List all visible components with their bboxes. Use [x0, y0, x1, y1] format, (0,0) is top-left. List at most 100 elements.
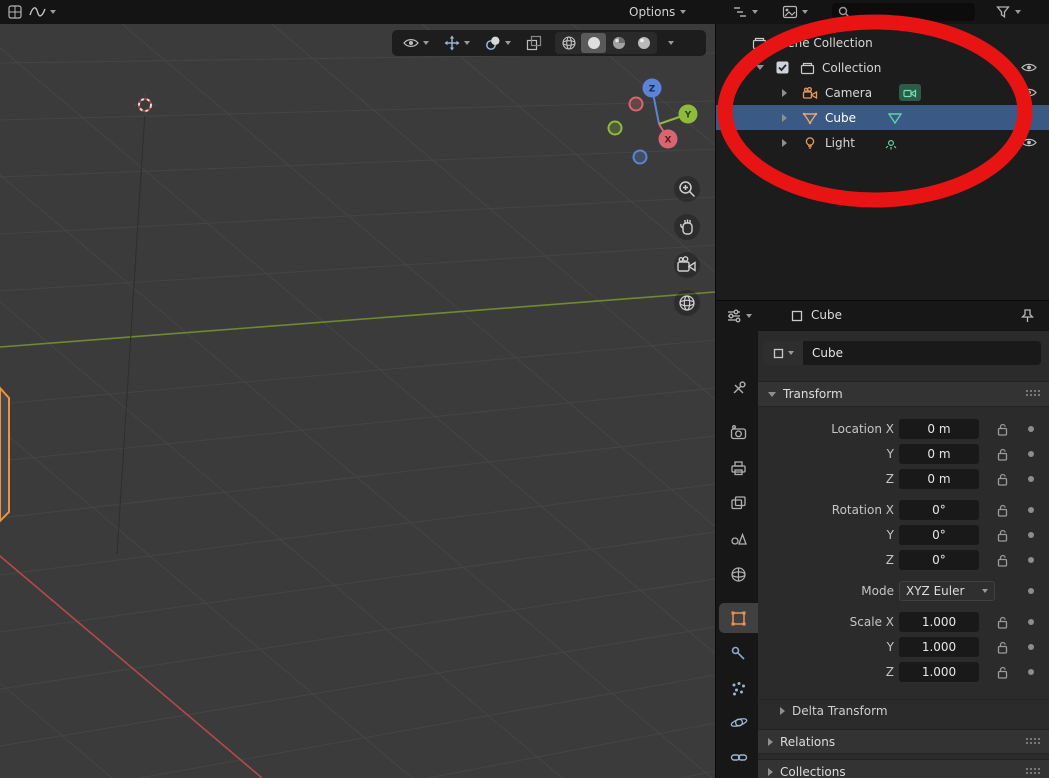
camera-view-button[interactable]	[674, 252, 700, 278]
tab-output[interactable]	[719, 453, 758, 483]
toggle-xray-button[interactable]	[524, 34, 544, 52]
properties-editor-type-button[interactable]	[724, 307, 754, 325]
delta-transform-subpanel[interactable]: Delta Transform	[758, 699, 1049, 722]
axis-z-label: Z	[649, 85, 656, 95]
options-button[interactable]: Options	[629, 0, 687, 24]
tab-render[interactable]	[719, 417, 758, 447]
camera-data-badge[interactable]	[899, 80, 921, 105]
collections-panel-header[interactable]: Collections	[758, 759, 1049, 778]
outliner-row-camera[interactable]: Camera	[716, 80, 1049, 105]
tab-view-layer[interactable]	[719, 488, 758, 518]
pan-button[interactable]	[674, 214, 700, 240]
outliner-row-collection[interactable]: Collection	[716, 55, 1049, 80]
outliner-row-light[interactable]: Light	[716, 130, 1049, 155]
outliner-filter-button[interactable]	[993, 3, 1023, 21]
disclosure-triangle[interactable]	[756, 55, 764, 80]
location-x-field[interactable]: 0 m	[899, 419, 979, 439]
proportional-editing-button[interactable]	[27, 3, 58, 21]
3d-cursor[interactable]	[134, 94, 156, 116]
mesh-data-icon[interactable]	[887, 105, 903, 130]
outliner-display-mode-button[interactable]	[780, 3, 810, 21]
animate-dot[interactable]	[1028, 644, 1034, 650]
navigation-gizmo[interactable]: Z Y X	[600, 76, 710, 176]
tab-particles[interactable]	[719, 673, 758, 703]
scale-x-field[interactable]: 1.000	[899, 612, 979, 632]
axis-neg-x-ball[interactable]	[628, 96, 644, 112]
lock-icon[interactable]	[995, 640, 1009, 654]
rotation-x-field[interactable]: 0°	[899, 500, 979, 520]
chevron-down-icon	[464, 41, 470, 45]
outliner-search[interactable]	[832, 3, 975, 21]
shading-solid-button[interactable]	[581, 33, 606, 53]
outliner-editor-type-button[interactable]	[730, 3, 760, 21]
outliner-search-input[interactable]	[855, 4, 969, 20]
shading-wireframe-button[interactable]	[556, 33, 581, 53]
tab-object[interactable]	[719, 603, 758, 633]
rotation-z-field[interactable]: 0°	[899, 550, 979, 570]
animate-dot[interactable]	[1028, 669, 1034, 675]
tab-constraints[interactable]	[719, 742, 758, 772]
outliner-row-cube[interactable]: Cube	[716, 105, 1049, 130]
collection-label: Collection	[822, 60, 882, 75]
tab-world[interactable]	[719, 559, 758, 589]
transform-panel-header[interactable]: Transform	[758, 381, 1049, 407]
animate-dot[interactable]	[1028, 426, 1034, 432]
lock-icon[interactable]	[995, 503, 1009, 517]
animate-dot[interactable]	[1028, 588, 1034, 594]
viewport-3d[interactable]: Z Y X	[0, 24, 715, 778]
properties-panel: Cube Cube Transform Location X 0 m Y 0 m…	[715, 300, 1049, 778]
animate-dot[interactable]	[1028, 557, 1034, 563]
perspective-toggle-button[interactable]	[674, 290, 700, 316]
tab-tool[interactable]	[719, 373, 758, 403]
lock-icon[interactable]	[995, 447, 1009, 461]
object-name-input[interactable]	[803, 341, 1041, 365]
animate-dot[interactable]	[1028, 476, 1034, 482]
disclosure-triangle[interactable]	[782, 105, 787, 130]
relations-panel-header[interactable]: Relations	[758, 729, 1049, 754]
grip-icon[interactable]	[1025, 737, 1041, 745]
lock-icon[interactable]	[995, 422, 1009, 436]
selected-cube-outline[interactable]	[0, 386, 10, 523]
tab-modifiers[interactable]	[719, 638, 758, 668]
id-type-button[interactable]	[763, 341, 803, 365]
eye-icon[interactable]	[1021, 80, 1037, 105]
axis-neg-y-ball[interactable]	[607, 120, 623, 136]
object-visibility-button[interactable]	[401, 34, 431, 52]
outliner-row-scene-collection[interactable]: Scene Collection	[716, 30, 1049, 55]
show-overlays-button[interactable]	[483, 34, 513, 52]
scale-y-field[interactable]: 1.000	[899, 637, 979, 657]
lock-icon[interactable]	[995, 615, 1009, 629]
grip-icon[interactable]	[1025, 389, 1041, 397]
grip-icon[interactable]	[1025, 767, 1041, 775]
show-gizmos-button[interactable]	[442, 34, 472, 52]
pin-icon[interactable]	[1020, 308, 1035, 324]
animate-dot[interactable]	[1028, 532, 1034, 538]
rotation-y-field[interactable]: 0°	[899, 525, 979, 545]
chevron-down-icon	[680, 10, 687, 14]
rotation-mode-dropdown[interactable]: XYZ Euler	[899, 581, 995, 601]
lock-icon[interactable]	[995, 472, 1009, 486]
editor-type-button[interactable]	[5, 3, 25, 21]
location-y-field[interactable]: 0 m	[899, 444, 979, 464]
eye-icon[interactable]	[1021, 55, 1037, 80]
animate-dot[interactable]	[1028, 451, 1034, 457]
camera-object-icon	[802, 80, 818, 105]
animate-dot[interactable]	[1028, 619, 1034, 625]
tab-scene[interactable]	[719, 523, 758, 553]
lock-icon[interactable]	[995, 665, 1009, 679]
shading-rendered-button[interactable]	[631, 33, 656, 53]
disclosure-triangle[interactable]	[782, 80, 787, 105]
collection-checkbox[interactable]	[776, 55, 789, 80]
shading-material-button[interactable]	[606, 33, 631, 53]
scale-z-field[interactable]: 1.000	[899, 662, 979, 682]
zoom-button[interactable]	[674, 176, 700, 202]
disclosure-triangle[interactable]	[782, 130, 787, 155]
tab-physics[interactable]	[719, 707, 758, 737]
light-data-icon[interactable]	[883, 130, 899, 155]
lock-icon[interactable]	[995, 528, 1009, 542]
eye-icon[interactable]	[1021, 130, 1037, 155]
axis-neg-z-ball[interactable]	[632, 149, 648, 165]
location-z-field[interactable]: 0 m	[899, 469, 979, 489]
animate-dot[interactable]	[1028, 507, 1034, 513]
lock-icon[interactable]	[995, 553, 1009, 567]
